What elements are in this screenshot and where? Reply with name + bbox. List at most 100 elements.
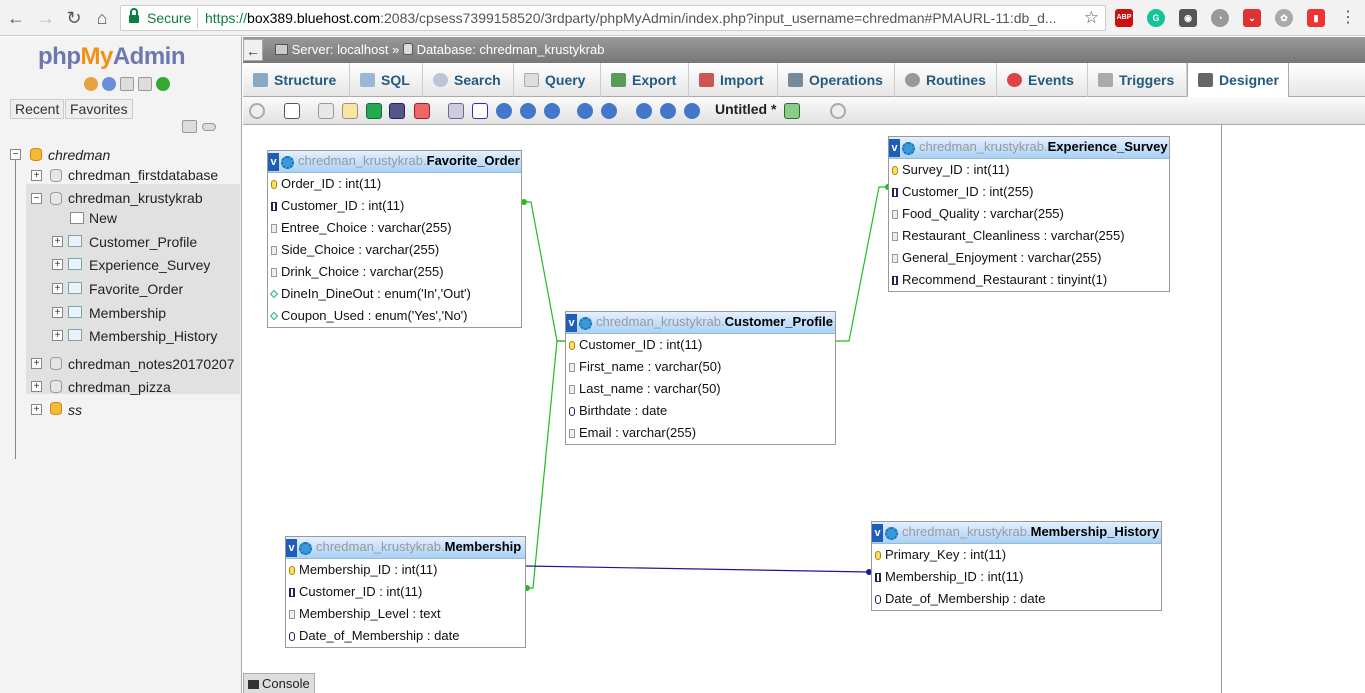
collapse-table-icon[interactable]: v [286,539,297,557]
export-schema-icon[interactable] [784,103,800,119]
help-icon[interactable] [102,77,116,91]
table-membership[interactable]: v chredman_krustykrab.Membership Members… [285,536,526,648]
help-icon[interactable] [544,103,560,119]
column-row[interactable]: Restaurant_Cleanliness : varchar(255) [889,225,1169,247]
expand-icon[interactable]: + [52,236,63,247]
expand-icon[interactable]: + [52,330,63,341]
location-extension-icon[interactable]: ◉ [1179,9,1197,27]
tab-import[interactable]: Import [689,63,778,97]
address-bar[interactable]: Secure https://box389.bluehost.com:2083/… [120,5,1106,31]
db-krustykrab[interactable]: chredman_krustykrab [68,189,203,207]
gear-icon[interactable] [902,142,915,155]
expand-icon[interactable]: + [52,283,63,294]
tree-table-customer-profile[interactable]: Customer_Profile [89,233,197,251]
bookmark-extension-icon[interactable]: ▮ [1307,9,1325,27]
db-firstdatabase[interactable]: chredman_firstdatabase [68,166,218,184]
menu-icon[interactable]: ⋮ [1338,8,1358,28]
collapse-icon[interactable]: − [31,193,42,204]
tree-table-favorite-order[interactable]: Favorite_Order [89,280,183,298]
move-menu-icon[interactable] [830,103,846,119]
collapse-table-icon[interactable]: v [268,153,279,171]
reload-icon[interactable] [520,103,536,119]
breadcrumb-server[interactable]: Server: localhost [292,42,389,57]
column-row[interactable]: Email : varchar(255) [566,422,835,444]
recent-tab[interactable]: Recent [10,99,65,119]
tree-root[interactable]: chredman [48,146,110,164]
docs-icon[interactable] [120,77,134,91]
column-row[interactable]: Customer_ID : int(11) [566,334,835,356]
column-row[interactable]: Customer_ID : int(11) [286,581,525,603]
table-header[interactable]: v chredman_krustykrab.Customer_Profile [566,312,835,334]
collapse-table-icon[interactable]: v [566,314,577,332]
table-membership-history[interactable]: v chredman_krustykrab.Membership_History… [871,521,1162,611]
tab-events[interactable]: Events [997,63,1088,97]
table-header[interactable]: v chredman_krustykrab.Experience_Survey [889,137,1169,159]
forward-icon[interactable]: → [36,8,56,28]
table-header[interactable]: v chredman_krustykrab.Membership_History [872,522,1161,544]
save-as-icon[interactable] [389,103,405,119]
column-row[interactable]: Food_Quality : varchar(255) [889,203,1169,225]
home-icon[interactable] [84,77,98,91]
column-row[interactable]: Survey_ID : int(11) [889,159,1169,181]
gear-icon[interactable] [579,317,592,330]
column-row[interactable]: First_name : varchar(50) [566,356,835,378]
column-row[interactable]: Date_of_Membership : date [286,625,525,647]
tab-designer[interactable]: Designer [1187,63,1289,98]
tab-query[interactable]: Query [514,63,601,97]
tab-triggers[interactable]: Triggers [1088,63,1187,97]
tree-table-membership[interactable]: Membership [89,304,166,322]
home-icon[interactable]: ⌂ [92,8,112,28]
tab-sql[interactable]: SQL [350,63,423,97]
table-customer-profile[interactable]: v chredman_krustykrab.Customer_Profile C… [565,311,836,445]
tree-table-membership-history[interactable]: Membership_History [89,327,217,345]
fullscreen-icon[interactable] [284,103,300,119]
column-row[interactable]: Membership_ID : int(11) [872,566,1161,588]
collapse-sidebar-button[interactable]: ← [243,39,263,61]
column-row[interactable]: Side_Choice : varchar(255) [268,239,521,261]
back-icon[interactable]: ← [6,8,26,28]
column-row[interactable]: Coupon_Used : enum('Yes','No') [268,305,521,327]
bookmark-star-icon[interactable]: ☆ [1084,8,1099,28]
column-row[interactable]: Drink_Choice : varchar(255) [268,261,521,283]
table-header[interactable]: v chredman_krustykrab.Favorite_Order [268,151,521,173]
choose-column-icon[interactable] [496,103,512,119]
collapse-all-icon[interactable] [182,120,197,133]
toggle-panel-icon[interactable] [249,103,265,119]
tab-export[interactable]: Export [601,63,689,97]
expand-icon[interactable]: + [31,358,42,369]
table-favorite-order[interactable]: v chredman_krustykrab.Favorite_Order Ord… [267,150,522,328]
tree-new[interactable]: New [89,209,117,227]
timer-extension-icon[interactable]: ◔ [1211,9,1229,27]
expand-icon[interactable]: + [52,259,63,270]
expand-icon[interactable]: + [31,404,42,415]
small-big-icon[interactable] [636,103,652,119]
pocket-extension-icon[interactable]: ⌄ [1243,9,1261,27]
create-relation-icon[interactable] [472,103,488,119]
gear-icon[interactable] [885,527,898,540]
toggle-small-big-icon[interactable] [660,103,676,119]
column-row[interactable]: DineIn_DineOut : enum('In','Out') [268,283,521,305]
column-row[interactable]: Primary_Key : int(11) [872,544,1161,566]
snap-grid-icon[interactable] [601,103,617,119]
refresh-icon[interactable] [156,77,170,91]
palette-extension-icon[interactable]: ✿ [1275,9,1293,27]
table-header[interactable]: v chredman_krustykrab.Membership [286,537,525,559]
delete-page-icon[interactable] [414,103,430,119]
expand-icon[interactable]: + [31,381,42,392]
new-page-icon[interactable] [318,103,334,119]
grammarly-extension-icon[interactable]: G [1147,9,1165,27]
column-row[interactable]: Membership_ID : int(11) [286,559,525,581]
gear-icon[interactable] [281,156,294,169]
link-icon[interactable] [202,123,216,131]
collapse-table-icon[interactable]: v [889,139,900,157]
reload-icon[interactable]: ↻ [64,8,84,28]
column-row[interactable]: Customer_ID : int(255) [889,181,1169,203]
url-text[interactable]: https://box389.bluehost.com:2083/cpsess7… [205,10,1075,26]
column-row[interactable]: Birthdate : date [566,400,835,422]
angular-links-icon[interactable] [577,103,593,119]
console-tab[interactable]: Console [243,673,315,693]
create-table-icon[interactable] [448,103,464,119]
tree-table-experience-survey[interactable]: Experience_Survey [89,256,210,274]
tab-operations[interactable]: Operations [778,63,895,97]
breadcrumb-database[interactable]: Database: chredman_krustykrab [417,42,605,57]
